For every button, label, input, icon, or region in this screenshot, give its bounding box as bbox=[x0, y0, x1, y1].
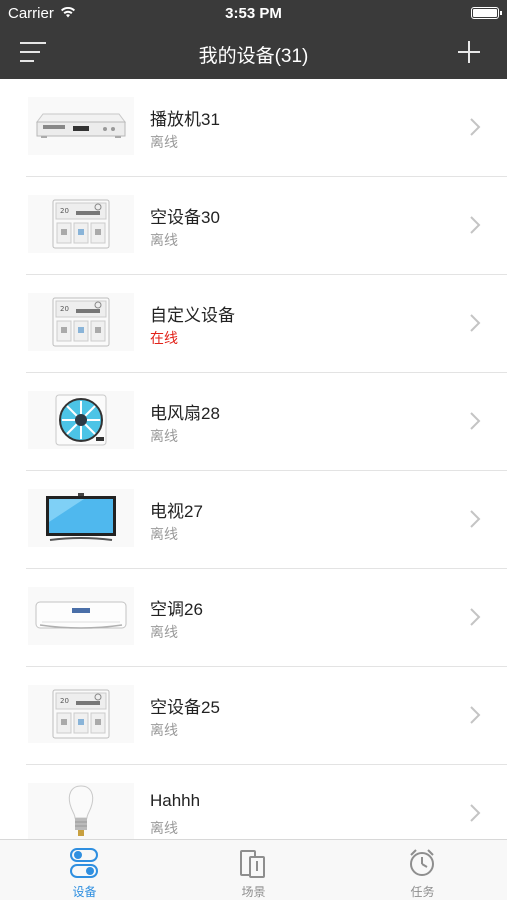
dvd-player-icon bbox=[28, 97, 134, 155]
device-name: 空调26 bbox=[150, 600, 203, 619]
device-list: 播放机31 离线 20 空设备30 离线 20 自定义设备 在线 电风扇28 离… bbox=[0, 79, 507, 839]
device-status: 离线 bbox=[150, 134, 178, 150]
light-bulb-icon bbox=[28, 783, 134, 839]
device-status: 在线 bbox=[150, 330, 178, 346]
chevron-right-icon bbox=[470, 608, 481, 626]
control-panel-icon: 20 bbox=[28, 195, 134, 253]
chevron-right-icon bbox=[470, 412, 481, 430]
device-name: 电风扇28 bbox=[150, 404, 220, 423]
device-row[interactable]: 20 空设备25 离线 bbox=[0, 667, 507, 765]
tv-icon bbox=[28, 489, 134, 547]
control-panel-icon: 20 bbox=[28, 293, 134, 351]
device-name: Hahhh bbox=[150, 791, 201, 810]
device-row[interactable]: 电风扇28 离线 bbox=[0, 373, 507, 471]
tab-bar: 设备 场景 任务 bbox=[0, 839, 507, 900]
battery-icon bbox=[471, 7, 502, 19]
device-name: 空设备25 bbox=[150, 698, 220, 717]
device-name: 电视27 bbox=[150, 502, 203, 521]
svg-text:20: 20 bbox=[60, 305, 69, 313]
device-status: 离线 bbox=[150, 232, 178, 248]
device-name: 自定义设备 bbox=[150, 306, 235, 325]
page-title: 我的设备(31) bbox=[198, 46, 309, 67]
alarm-clock-icon bbox=[410, 849, 434, 876]
chevron-right-icon bbox=[470, 510, 481, 528]
devices-toggle-icon bbox=[70, 848, 98, 878]
device-status: 离线 bbox=[150, 526, 178, 542]
status-bar: Carrier 3:53 PM bbox=[0, 0, 507, 28]
scene-icon bbox=[240, 850, 265, 878]
air-conditioner-icon bbox=[28, 587, 134, 645]
tab-label: 设备 bbox=[72, 885, 97, 899]
chevron-right-icon bbox=[470, 706, 481, 724]
top-bar: Carrier 3:53 PM 我的设备(31) bbox=[0, 0, 507, 79]
svg-text:20: 20 bbox=[60, 697, 69, 705]
fan-icon bbox=[28, 391, 134, 449]
device-name: 空设备30 bbox=[150, 208, 220, 227]
tab-devices[interactable]: 设备 bbox=[0, 840, 169, 900]
chevron-right-icon bbox=[470, 118, 481, 136]
tab-label: 场景 bbox=[241, 885, 266, 899]
tab-scenes[interactable]: 场景 bbox=[169, 840, 338, 900]
device-status: 离线 bbox=[150, 624, 178, 640]
status-time: 3:53 PM bbox=[225, 5, 282, 22]
device-name: 播放机31 bbox=[150, 110, 220, 129]
device-row[interactable]: 空调26 离线 bbox=[0, 569, 507, 667]
chevron-right-icon bbox=[470, 216, 481, 234]
chevron-right-icon bbox=[470, 804, 481, 822]
tab-label: 任务 bbox=[410, 885, 435, 899]
device-status: 离线 bbox=[150, 722, 178, 738]
add-device-button[interactable] bbox=[457, 40, 481, 64]
device-row[interactable]: Hahhh 离线 bbox=[0, 765, 507, 839]
device-row[interactable]: 播放机31 离线 bbox=[0, 79, 507, 177]
tab-tasks[interactable]: 任务 bbox=[338, 840, 507, 900]
control-panel-icon: 20 bbox=[28, 685, 134, 743]
device-status: 离线 bbox=[150, 428, 178, 444]
device-row[interactable]: 电视27 离线 bbox=[0, 471, 507, 569]
device-row[interactable]: 20 自定义设备 在线 bbox=[0, 275, 507, 373]
navigation-bar: 我的设备(31) bbox=[0, 28, 507, 79]
device-row[interactable]: 20 空设备30 离线 bbox=[0, 177, 507, 275]
svg-text:20: 20 bbox=[60, 207, 69, 215]
device-status: 离线 bbox=[150, 820, 178, 836]
chevron-right-icon bbox=[470, 314, 481, 332]
